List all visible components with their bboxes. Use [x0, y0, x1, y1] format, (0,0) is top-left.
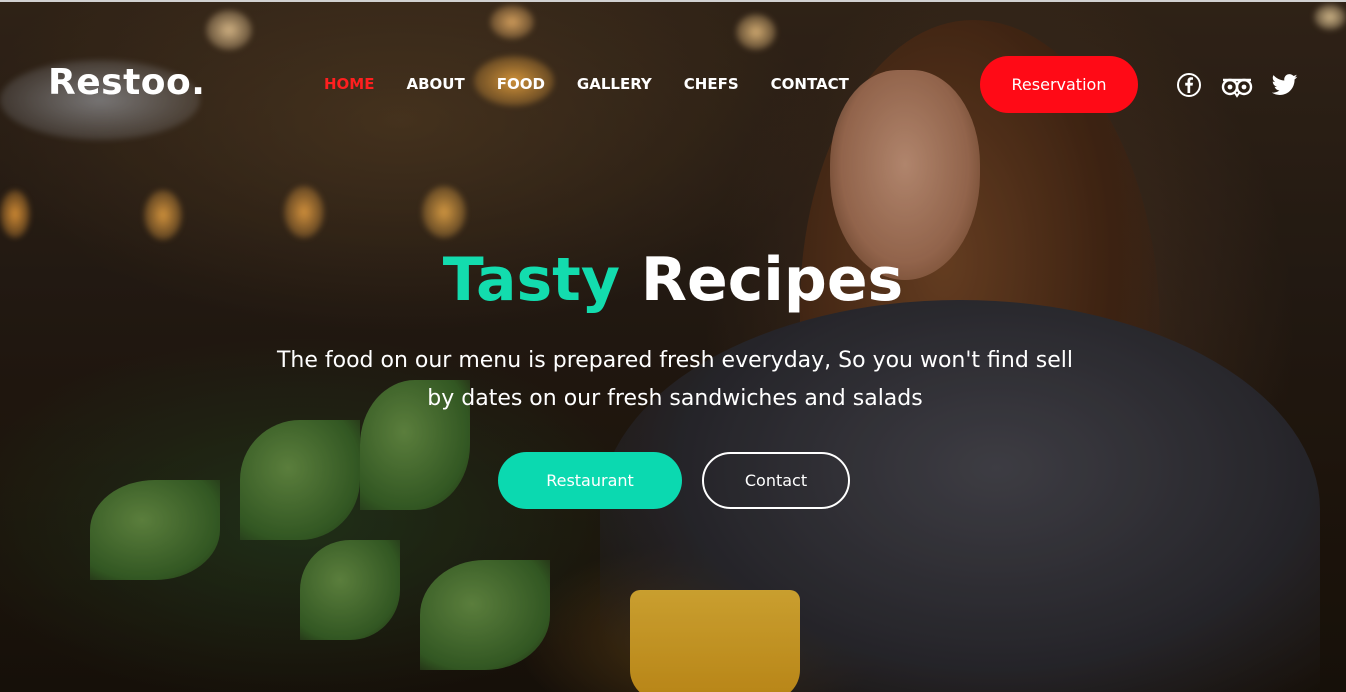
nav-item-contact[interactable]: CONTACT: [771, 74, 849, 94]
hero-title: Tasty Recipes: [0, 240, 1346, 320]
hero-title-accent: Tasty: [442, 245, 620, 315]
twitter-icon[interactable]: [1272, 72, 1298, 98]
restaurant-button[interactable]: Restaurant: [498, 452, 682, 509]
reservation-button[interactable]: Reservation: [980, 56, 1138, 113]
nav-item-home[interactable]: HOME: [324, 74, 374, 94]
tripadvisor-icon[interactable]: [1220, 72, 1254, 98]
logo[interactable]: Restoo.: [48, 62, 205, 103]
hero-section: Restoo. HOME ABOUT FOOD GALLERY CHEFS CO…: [0, 0, 1346, 692]
contact-button[interactable]: Contact: [702, 452, 850, 509]
nav-item-about[interactable]: ABOUT: [406, 74, 464, 94]
hero-title-main: Recipes: [640, 245, 904, 315]
nav-item-food[interactable]: FOOD: [497, 74, 545, 94]
nav-item-chefs[interactable]: CHEFS: [684, 74, 739, 94]
nav-item-gallery[interactable]: GALLERY: [577, 74, 652, 94]
facebook-icon[interactable]: [1176, 72, 1202, 98]
main-nav: HOME ABOUT FOOD GALLERY CHEFS CONTACT: [324, 74, 881, 94]
hero-subtitle: The food on our menu is prepared fresh e…: [276, 348, 1074, 411]
